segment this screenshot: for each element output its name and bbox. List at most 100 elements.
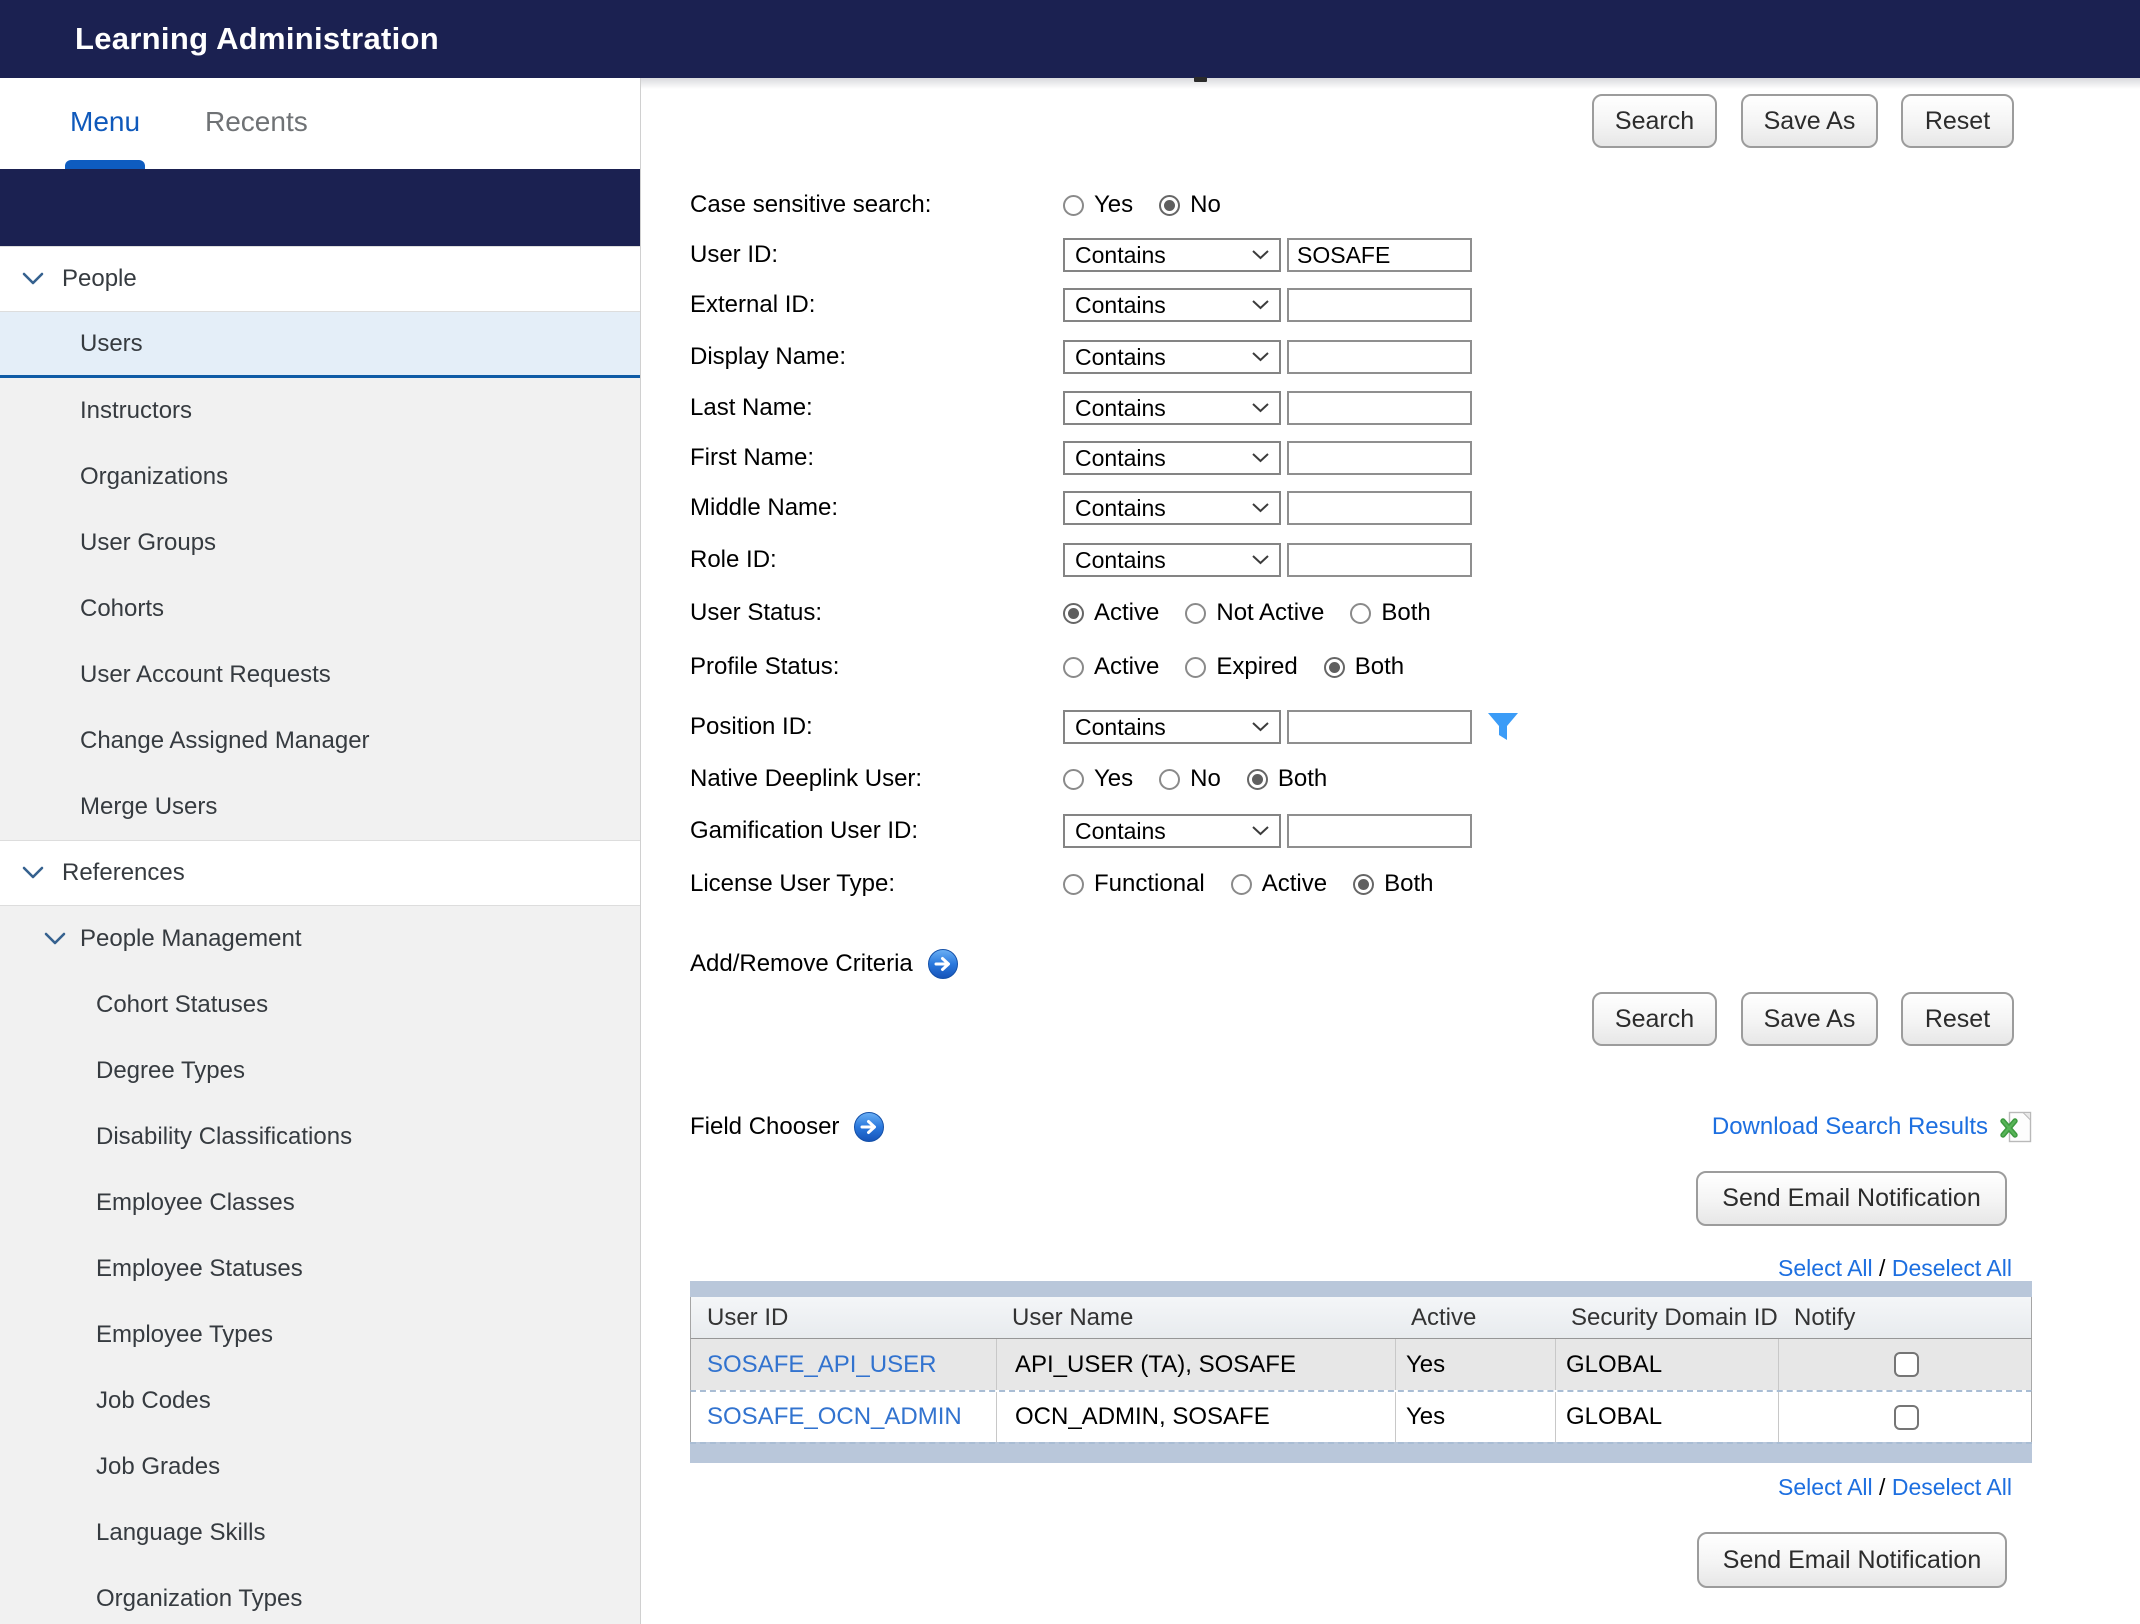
- external-id-input[interactable]: [1287, 288, 1472, 322]
- native-deeplink-user-radio-no[interactable]: No: [1159, 765, 1221, 793]
- radio-button-icon[interactable]: [1159, 195, 1180, 216]
- user-status-radio-both[interactable]: Both: [1350, 599, 1430, 627]
- tab-recents[interactable]: Recents: [205, 106, 308, 138]
- chevron-down-icon[interactable]: [22, 866, 44, 880]
- select-all-link[interactable]: Select All: [1778, 1255, 1873, 1281]
- last-name-input[interactable]: [1287, 391, 1472, 425]
- sidebar-item-organization-types[interactable]: Organization Types: [0, 1566, 640, 1624]
- radio-button-icon[interactable]: [1063, 769, 1084, 790]
- chevron-down-icon[interactable]: [44, 932, 66, 946]
- sidebar-item-disability-classifications[interactable]: Disability Classifications: [0, 1104, 640, 1170]
- middle-name-input[interactable]: [1287, 491, 1472, 525]
- radio-button-icon[interactable]: [1231, 874, 1252, 895]
- add-remove-criteria[interactable]: Add/Remove Criteria: [690, 945, 959, 983]
- sidebar-item-merge-users[interactable]: Merge Users: [0, 774, 640, 840]
- license-user-type-radio-functional[interactable]: Functional: [1063, 870, 1205, 898]
- user-id-link[interactable]: SOSAFE_API_USER: [691, 1339, 996, 1390]
- external-id-operator-select[interactable]: Contains: [1063, 288, 1281, 322]
- profile-status-radio-both[interactable]: Both: [1324, 653, 1404, 681]
- display-name-input[interactable]: [1287, 340, 1472, 374]
- role-id-input[interactable]: [1287, 543, 1472, 577]
- search-button[interactable]: Search: [1592, 94, 1717, 148]
- position-id-input[interactable]: [1287, 710, 1472, 744]
- user-id-link[interactable]: SOSAFE_OCN_ADMIN: [691, 1392, 996, 1442]
- radio-button-icon[interactable]: [1063, 657, 1084, 678]
- first-name-operator-select[interactable]: Contains: [1063, 441, 1281, 475]
- license-user-type-radio-active[interactable]: Active: [1231, 870, 1327, 898]
- chevron-down-icon[interactable]: [22, 272, 44, 286]
- field-chooser[interactable]: Field Chooser: [690, 1108, 885, 1146]
- sidebar-item-cohort-statuses[interactable]: Cohort Statuses: [0, 972, 640, 1038]
- radio-button-icon[interactable]: [1350, 603, 1371, 624]
- radio-button-icon[interactable]: [1324, 657, 1345, 678]
- notify-checkbox[interactable]: [1894, 1352, 1919, 1377]
- user-id-operator-select[interactable]: Contains: [1063, 238, 1281, 272]
- download-search-results[interactable]: Download Search Results: [1712, 1108, 2032, 1146]
- radio-button-icon[interactable]: [1063, 603, 1084, 624]
- last-name-operator-select[interactable]: Contains: [1063, 391, 1281, 425]
- column-header-notify[interactable]: Notify: [1778, 1304, 2033, 1332]
- radio-button-icon[interactable]: [1159, 769, 1180, 790]
- radio-button-icon[interactable]: [1247, 769, 1268, 790]
- sidebar-item-employee-classes[interactable]: Employee Classes: [0, 1170, 640, 1236]
- column-header-security-domain-id[interactable]: Security Domain ID: [1555, 1304, 1778, 1332]
- sidebar-item-employee-types[interactable]: Employee Types: [0, 1302, 640, 1368]
- sidebar-item-job-codes[interactable]: Job Codes: [0, 1368, 640, 1434]
- native-deeplink-user-radio-yes[interactable]: Yes: [1063, 765, 1133, 793]
- search-button-bottom[interactable]: Search: [1592, 992, 1717, 1046]
- user-id-input[interactable]: [1287, 238, 1472, 272]
- gamification-user-id-operator-select[interactable]: Contains: [1063, 814, 1281, 848]
- sidebar-item-instructors[interactable]: Instructors: [0, 378, 640, 444]
- sidebar-item-employee-statuses[interactable]: Employee Statuses: [0, 1236, 640, 1302]
- save-as-button-bottom[interactable]: Save As: [1741, 992, 1878, 1046]
- arrow-right-icon[interactable]: [853, 1111, 885, 1143]
- first-name-input[interactable]: [1287, 441, 1472, 475]
- send-email-notification-button[interactable]: Send Email Notification: [1696, 1171, 2007, 1226]
- sidebar-item-user-account-requests[interactable]: User Account Requests: [0, 642, 640, 708]
- sidebar-item-cohorts[interactable]: Cohorts: [0, 576, 640, 642]
- radio-button-icon[interactable]: [1063, 195, 1084, 216]
- position-id-operator-select[interactable]: Contains: [1063, 710, 1281, 744]
- profile-status-radio-active[interactable]: Active: [1063, 653, 1159, 681]
- column-header-user-name[interactable]: User Name: [996, 1304, 1395, 1332]
- reset-button[interactable]: Reset: [1901, 94, 2014, 148]
- native-deeplink-user-radio-both[interactable]: Both: [1247, 765, 1327, 793]
- radio-button-icon[interactable]: [1185, 657, 1206, 678]
- column-header-user-id[interactable]: User ID: [691, 1304, 996, 1332]
- gamification-user-id-input[interactable]: [1287, 814, 1472, 848]
- license-user-type-radio-both[interactable]: Both: [1353, 870, 1433, 898]
- sidebar-item-degree-types[interactable]: Degree Types: [0, 1038, 640, 1104]
- download-search-results-link[interactable]: Download Search Results: [1712, 1113, 1988, 1141]
- reset-button-bottom[interactable]: Reset: [1901, 992, 2014, 1046]
- sidebar-item-change-assigned-manager[interactable]: Change Assigned Manager: [0, 708, 640, 774]
- profile-status-radio-expired[interactable]: Expired: [1185, 653, 1297, 681]
- filter-funnel-icon[interactable]: [1484, 711, 1522, 743]
- radio-button-icon[interactable]: [1353, 874, 1374, 895]
- sidebar-item-references[interactable]: References: [0, 840, 640, 906]
- role-id-operator-select[interactable]: Contains: [1063, 543, 1281, 577]
- case-sensitive-search-radio-yes[interactable]: Yes: [1063, 191, 1133, 219]
- excel-icon[interactable]: [2000, 1110, 2032, 1144]
- sidebar-item-user-groups[interactable]: User Groups: [0, 510, 640, 576]
- sidebar-item-users[interactable]: Users: [0, 312, 640, 378]
- radio-button-icon[interactable]: [1185, 603, 1206, 624]
- sidebar-item-job-grades[interactable]: Job Grades: [0, 1434, 640, 1500]
- sidebar-item-organizations[interactable]: Organizations: [0, 444, 640, 510]
- user-status-radio-active[interactable]: Active: [1063, 599, 1159, 627]
- middle-name-operator-select[interactable]: Contains: [1063, 491, 1281, 525]
- tab-menu[interactable]: Menu: [70, 106, 140, 138]
- save-as-button[interactable]: Save As: [1741, 94, 1878, 148]
- column-header-active[interactable]: Active: [1395, 1304, 1555, 1332]
- case-sensitive-search-radio-no[interactable]: No: [1159, 191, 1221, 219]
- sidebar-item-people[interactable]: People: [0, 246, 640, 312]
- arrow-right-icon[interactable]: [927, 948, 959, 980]
- sidebar-item-language-skills[interactable]: Language Skills: [0, 1500, 640, 1566]
- display-name-operator-select[interactable]: Contains: [1063, 340, 1281, 374]
- deselect-all-link[interactable]: Deselect All: [1892, 1474, 2012, 1500]
- sidebar-item-people-management[interactable]: People Management: [0, 906, 640, 972]
- send-email-notification-button-bottom[interactable]: Send Email Notification: [1697, 1532, 2007, 1588]
- radio-button-icon[interactable]: [1063, 874, 1084, 895]
- user-status-radio-not-active[interactable]: Not Active: [1185, 599, 1324, 627]
- deselect-all-link[interactable]: Deselect All: [1892, 1255, 2012, 1281]
- select-all-link[interactable]: Select All: [1778, 1474, 1873, 1500]
